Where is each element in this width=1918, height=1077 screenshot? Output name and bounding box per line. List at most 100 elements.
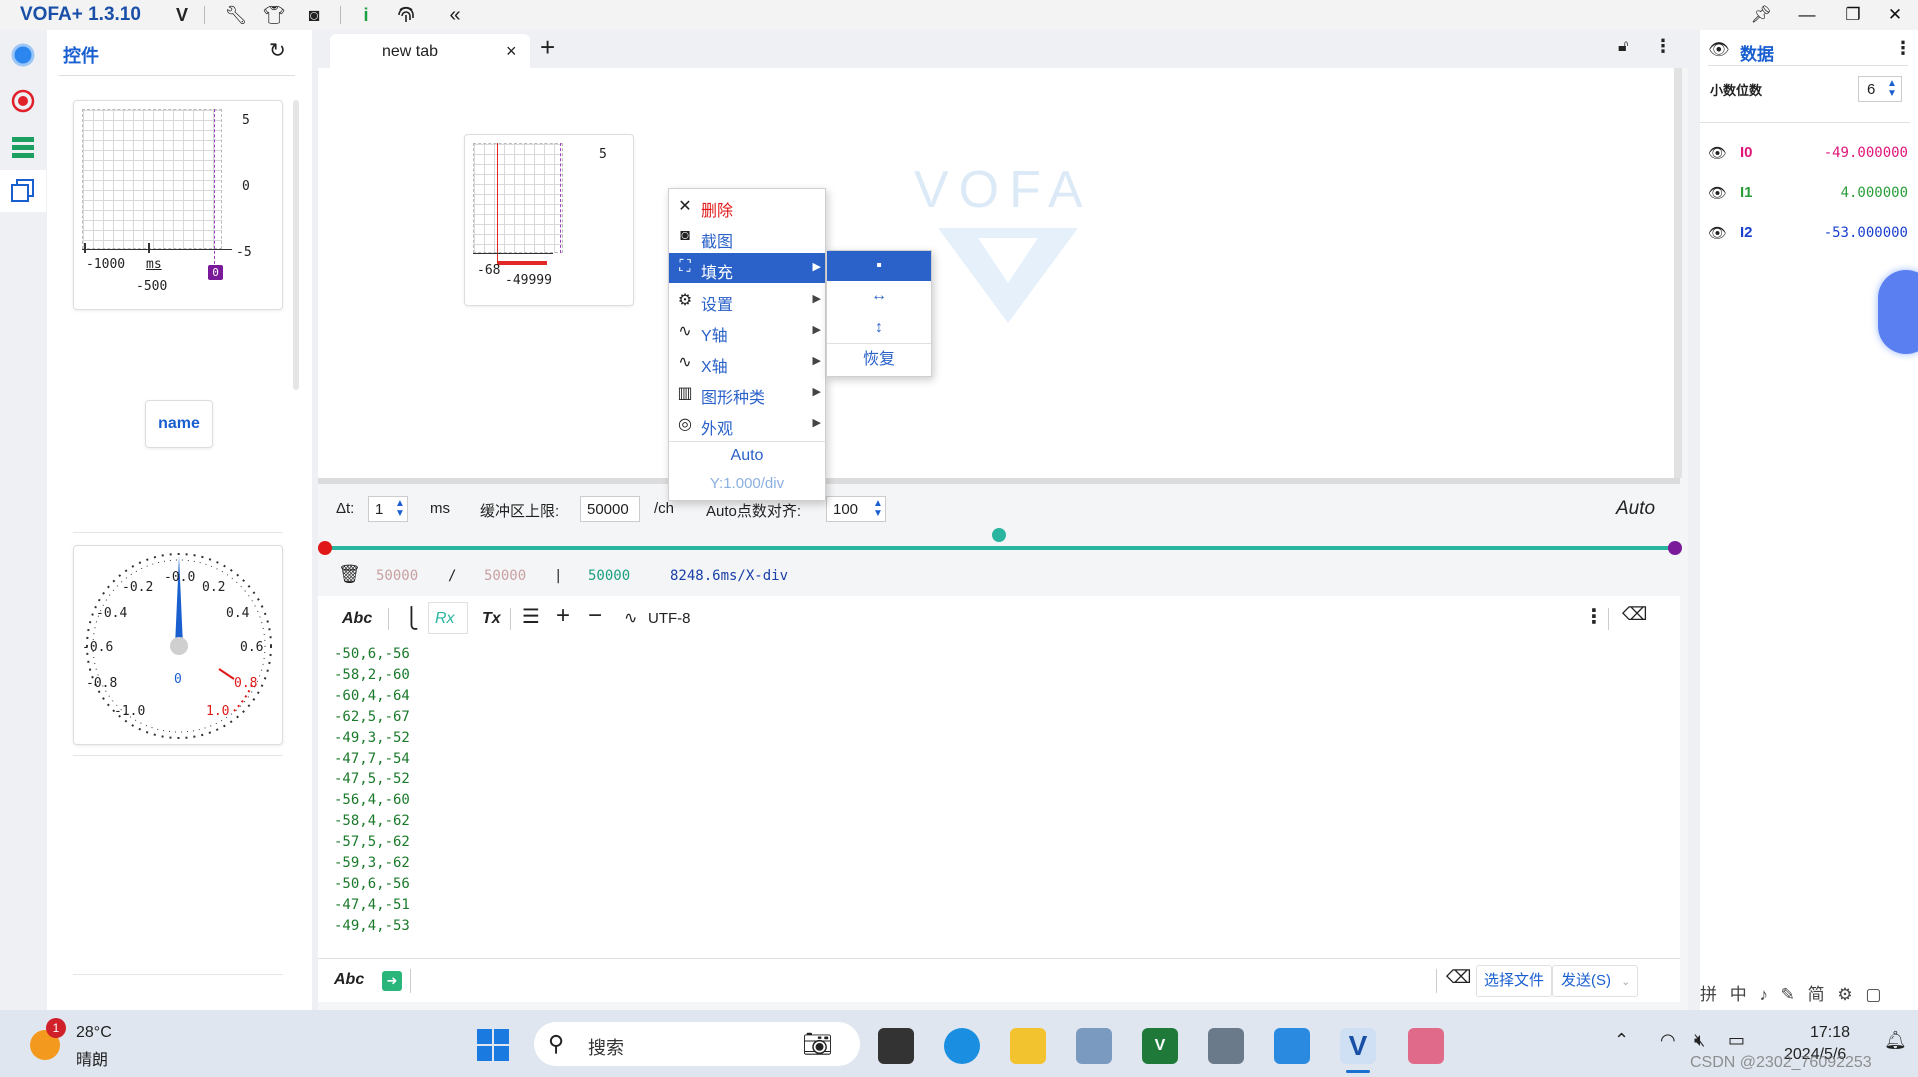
- encoding-icon[interactable]: ∿: [624, 608, 637, 628]
- channel-row[interactable]: 👁︎ I1 4.000000: [1708, 180, 1908, 210]
- eye-icon[interactable]: 👁︎: [1708, 40, 1730, 60]
- rx-more-icon[interactable]: ⋮: [1584, 604, 1604, 629]
- restore-button[interactable]: ❐: [1838, 2, 1868, 28]
- menu-auto-button[interactable]: Auto: [669, 447, 825, 465]
- fingerprint-icon[interactable]: [394, 3, 418, 27]
- vofa-app-icon[interactable]: V: [1340, 1028, 1376, 1064]
- menu-item-appearance[interactable]: ◎ 外观 ▶: [669, 409, 825, 439]
- command-list-icon[interactable]: [10, 134, 36, 160]
- zoom-in-icon[interactable]: +: [556, 602, 570, 630]
- canvas-waveform-widget[interactable]: 5 -68 -49999: [464, 134, 634, 306]
- wrench-icon[interactable]: 🔧︎: [224, 3, 248, 27]
- add-tab-button[interactable]: +: [540, 32, 555, 63]
- channel-row[interactable]: 👁︎ I0 -49.000000: [1708, 140, 1908, 170]
- channel-row[interactable]: 👁︎ I2 -53.000000: [1708, 220, 1908, 250]
- notification-icon[interactable]: 🔔︎: [1884, 1030, 1907, 1051]
- name-button[interactable]: name: [145, 400, 213, 448]
- chevron-down-icon[interactable]: ⌄: [1621, 976, 1630, 988]
- timeline-track[interactable]: [324, 546, 1676, 550]
- wifi-icon[interactable]: ◠: [1660, 1030, 1676, 1051]
- vofa-logo-icon[interactable]: V: [170, 3, 194, 27]
- stepper-arrows-icon[interactable]: ▲ ▼: [873, 499, 883, 519]
- info-icon[interactable]: i: [354, 3, 378, 27]
- notepad-app-icon[interactable]: [1274, 1028, 1310, 1064]
- send-abc-toggle[interactable]: Abc: [334, 971, 364, 989]
- weather-temp[interactable]: 28°C: [76, 1024, 112, 1042]
- volume-icon[interactable]: 🔇︎: [1694, 1030, 1705, 1051]
- vim-app-icon[interactable]: V: [1142, 1028, 1178, 1064]
- stepper-arrows-icon[interactable]: ▲ ▼: [395, 499, 405, 519]
- menu-item-fill[interactable]: ⛶ 填充 ▶: [669, 253, 825, 283]
- search-box[interactable]: ⚲ 搜索 📷︎: [534, 1022, 860, 1066]
- gauge-widget[interactable]: -0.2 -0.0 0.2 -0.4 0.4 -0.6 0.6 -0.8 0.8…: [73, 545, 283, 745]
- pin-icon[interactable]: 📌︎: [1746, 2, 1776, 28]
- close-button[interactable]: ✕: [1880, 2, 1910, 28]
- abc-toggle[interactable]: Abc: [342, 610, 372, 628]
- fill-vertical-item[interactable]: ↕: [827, 313, 931, 343]
- tx-toggle[interactable]: Tx: [482, 610, 501, 628]
- terminal-app-icon[interactable]: [878, 1028, 914, 1064]
- eye-icon[interactable]: 👁︎: [1708, 144, 1727, 162]
- canvas-area[interactable]: VOFA 5 -68 -49999: [318, 68, 1680, 478]
- refresh-icon[interactable]: ↻: [269, 38, 286, 63]
- weather-desc[interactable]: 晴朗: [76, 1046, 108, 1070]
- timestamp-icon[interactable]: ⎩: [404, 606, 419, 631]
- menu-item-screenshot[interactable]: ◙ 截图: [669, 222, 825, 252]
- edge-app-icon[interactable]: [944, 1028, 980, 1064]
- clock-time[interactable]: 17:18: [1810, 1024, 1850, 1042]
- line-wrap-icon[interactable]: ☰: [522, 604, 540, 629]
- rx-toggle[interactable]: Rx: [428, 602, 468, 634]
- tab-new-tab[interactable]: new tab ×: [330, 34, 530, 68]
- shirt-icon[interactable]: 👕︎: [262, 3, 286, 27]
- eye-icon[interactable]: 👁︎: [1708, 184, 1727, 202]
- fill-both-item[interactable]: ▪: [827, 251, 931, 281]
- dt-stepper[interactable]: 1 ▲ ▼: [368, 496, 408, 522]
- zoom-out-icon[interactable]: −: [588, 602, 602, 630]
- canvas-splitter[interactable]: [318, 478, 1680, 484]
- snipping-app-icon[interactable]: [1408, 1028, 1444, 1064]
- auto-toggle[interactable]: Auto: [1616, 498, 1655, 520]
- assistant-bubble[interactable]: [1878, 270, 1918, 354]
- more-options-icon[interactable]: ⋮: [1654, 36, 1672, 57]
- timeline-start-handle[interactable]: [318, 541, 332, 555]
- chevron-up-icon[interactable]: ⌃: [1614, 1030, 1629, 1051]
- collapse-icon[interactable]: «: [443, 3, 467, 27]
- clear-send-icon[interactable]: ⌫: [1446, 967, 1471, 988]
- canvas-scrollbar[interactable]: [1674, 68, 1682, 478]
- eye-icon[interactable]: 👁︎: [1708, 224, 1727, 242]
- menu-item-y-axis[interactable]: ∿ Y轴 ▶: [669, 316, 825, 346]
- data-more-icon[interactable]: ⋮: [1894, 38, 1912, 59]
- start-icon[interactable]: [476, 1028, 510, 1062]
- battery-icon[interactable]: ▭: [1728, 1030, 1745, 1051]
- network-app-icon[interactable]: [1076, 1028, 1112, 1064]
- buffer-input[interactable]: 50000: [580, 496, 640, 522]
- waveform-widget[interactable]: 5 0 -5 -1000 ms -500 0: [73, 100, 283, 310]
- eraser-icon[interactable]: ⌫: [1622, 604, 1647, 625]
- menu-item-settings[interactable]: ⚙ 设置 ▶: [669, 285, 825, 315]
- stepper-arrows-icon[interactable]: ▲ ▼: [1887, 79, 1897, 99]
- decimals-stepper[interactable]: 6 ▲ ▼: [1858, 76, 1902, 102]
- menu-item-x-axis[interactable]: ∿ X轴 ▶: [669, 347, 825, 377]
- encoding-label[interactable]: UTF-8: [648, 610, 691, 627]
- menu-item-delete[interactable]: ✕ 删除: [669, 191, 825, 221]
- restore-item[interactable]: 恢复: [827, 345, 931, 375]
- align-stepper[interactable]: 100 ▲ ▼: [826, 496, 886, 522]
- screenshot-icon[interactable]: ◙: [302, 3, 326, 27]
- record-icon[interactable]: [10, 88, 36, 114]
- calculator-app-icon[interactable]: [1208, 1028, 1244, 1064]
- timeline-end-handle[interactable]: [1668, 541, 1682, 555]
- tab-close-icon[interactable]: ×: [506, 41, 517, 62]
- file-explorer-icon[interactable]: [1010, 1028, 1046, 1064]
- send-button[interactable]: 发送(S) ⌄: [1552, 965, 1638, 997]
- unlock-icon[interactable]: 🔓︎: [1618, 38, 1628, 56]
- minimize-button[interactable]: —: [1792, 2, 1822, 28]
- widgets-scrollbar[interactable]: [293, 100, 299, 390]
- timeline-mid-handle[interactable]: [992, 528, 1006, 542]
- ime-toolbar[interactable]: 拼 中 ♪ ✎ 简 ⚙ ▢: [1700, 980, 1918, 1005]
- send-mode-icon[interactable]: ➜: [382, 971, 402, 991]
- fill-horizontal-item[interactable]: ↔: [827, 281, 931, 311]
- trash-icon[interactable]: 🗑︎: [338, 564, 361, 585]
- choose-file-button[interactable]: 选择文件: [1476, 965, 1552, 997]
- menu-item-chart-type[interactable]: ▥ 图形种类 ▶: [669, 378, 825, 408]
- cursor-badge[interactable]: 0: [208, 265, 223, 280]
